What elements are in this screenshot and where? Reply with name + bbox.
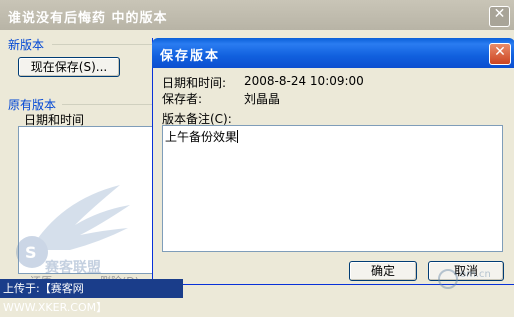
datetime-label: 日期和时间: bbox=[162, 76, 227, 90]
saver-value: 刘晶晶 bbox=[244, 92, 281, 106]
back-window-close-button[interactable]: ✕ bbox=[489, 6, 510, 27]
saver-label: 保存者: bbox=[162, 92, 203, 106]
ok-button[interactable]: 确定 bbox=[349, 261, 417, 281]
new-version-group-label: 新版本 bbox=[8, 38, 45, 52]
text-caret bbox=[237, 130, 239, 143]
group-divider bbox=[62, 104, 152, 105]
back-window-title: 谁说没有后悔药 中的版本 bbox=[8, 11, 168, 26]
datetime-value: 2008-8-24 10:09:00 bbox=[244, 74, 364, 88]
comment-textarea[interactable]: 上午备份效果 bbox=[162, 125, 503, 252]
dialog-titlebar: 保存版本 ✕ bbox=[152, 38, 514, 68]
upload-footer-caption: 上传于:【赛客网 WWW.XKER.COM】 bbox=[0, 279, 183, 314]
comment-text: 上午备份效果 bbox=[165, 130, 238, 144]
dialog-title: 保存版本 bbox=[160, 49, 221, 64]
close-icon: ✕ bbox=[493, 6, 506, 22]
watermark-right-text: om.cn bbox=[460, 269, 491, 280]
back-window-titlebar: 谁说没有后悔药 中的版本 ✕ bbox=[0, 0, 514, 30]
site-watermark: om.cn bbox=[438, 269, 491, 289]
dialog-close-button[interactable]: ✕ bbox=[489, 43, 511, 65]
svg-text:S: S bbox=[25, 243, 37, 262]
save-now-button[interactable]: 现在保存(S)... bbox=[18, 57, 120, 77]
wing-logo-watermark: S 赛客联盟 bbox=[16, 185, 130, 276]
group-divider bbox=[52, 44, 152, 45]
watermark-logo-text: 赛客联盟 bbox=[44, 259, 101, 276]
close-icon: ✕ bbox=[494, 44, 506, 60]
